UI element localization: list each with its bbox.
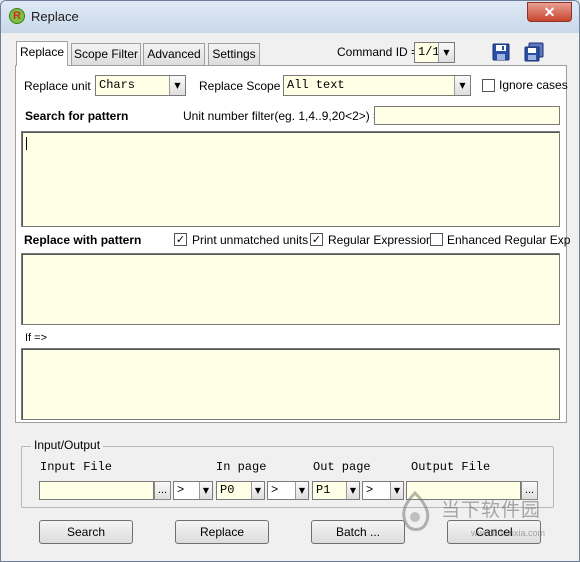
unit-filter-input[interactable] (374, 106, 560, 125)
replace-unit-label: Replace unit (24, 79, 91, 93)
enhanced-regexp-checkbox[interactable] (430, 233, 443, 246)
watermark-url: www.downxia.com (471, 528, 546, 538)
output-file-label: Output File (411, 460, 491, 474)
close-button[interactable]: ✕ (527, 2, 572, 22)
replace-unit-select[interactable]: Chars ▼ (95, 75, 186, 96)
input-operator-value: > (177, 483, 185, 497)
in-operator-select[interactable]: > ▼ (267, 481, 309, 500)
replace-scope-label: Replace Scope (199, 79, 281, 93)
in-operator-value: > (271, 483, 279, 497)
input-output-group-title: Input/Output (31, 438, 104, 452)
app-icon: R (9, 8, 25, 24)
regular-expression-checkbox[interactable]: ✓ (310, 233, 323, 246)
print-unmatched-checkbox[interactable]: ✓ (174, 233, 187, 246)
replace-unit-value: Chars (99, 78, 136, 92)
input-file-label: Input File (40, 460, 113, 474)
title-bar[interactable]: R Replace ✕ (1, 1, 579, 33)
tab-settings[interactable]: Settings (208, 43, 260, 65)
regular-expression-label: Regular Expression (328, 233, 433, 247)
out-page-value: P1 (316, 483, 331, 497)
search-pattern-input[interactable] (21, 131, 560, 227)
replace-pattern-input[interactable] (21, 253, 560, 325)
if-label: If => (25, 332, 48, 344)
unit-filter-label: Unit number filter(eg. 1,4..9,20<2>) => (183, 109, 388, 123)
chevron-down-icon: ▼ (169, 76, 185, 95)
window-title: Replace (31, 9, 79, 24)
input-file-browse-button[interactable]: ... (154, 481, 171, 500)
chevron-down-icon: ▼ (295, 482, 308, 499)
if-condition-input[interactable] (21, 348, 560, 420)
enhanced-regexp-label: Enhanced Regular Exp (447, 233, 571, 247)
chevron-down-icon: ▼ (454, 76, 470, 95)
save-icon[interactable] (491, 42, 511, 62)
search-button[interactable]: Search (39, 520, 133, 544)
ignore-cases-checkbox[interactable] (482, 79, 495, 92)
replace-scope-select[interactable]: All text ▼ (283, 75, 471, 96)
print-unmatched-label: Print unmatched units (192, 233, 309, 247)
tab-scope-filter[interactable]: Scope Filter (71, 43, 141, 65)
batch-button[interactable]: Batch ... (311, 520, 405, 544)
chevron-down-icon: ▼ (438, 43, 454, 62)
command-id-label: Command ID => (337, 45, 426, 59)
chevron-down-icon: ▼ (346, 482, 359, 499)
save-all-icon[interactable] (523, 42, 545, 62)
watermark-logo-icon (397, 490, 433, 531)
ignore-cases-label: Ignore cases (499, 78, 568, 92)
out-page-select[interactable]: P1 ▼ (312, 481, 360, 500)
in-page-value: P0 (220, 483, 235, 497)
input-operator-select[interactable]: > ▼ (173, 481, 213, 500)
input-file-field[interactable] (39, 481, 154, 500)
command-id-select[interactable]: 1/1 ▼ (414, 42, 455, 63)
tab-advanced[interactable]: Advanced (143, 43, 205, 65)
chevron-down-icon: ▼ (251, 482, 264, 499)
replace-scope-value: All text (287, 78, 345, 92)
command-id-value: 1/1 (418, 45, 440, 59)
out-operator-value: > (366, 483, 374, 497)
watermark-text: 当下软件园 (441, 500, 542, 521)
search-pattern-label: Search for pattern (25, 109, 129, 123)
tab-replace[interactable]: Replace (16, 41, 68, 66)
text-cursor (26, 137, 27, 150)
replace-dialog: R Replace ✕ Replace Scope Filter Advance… (0, 0, 580, 562)
chevron-down-icon: ▼ (199, 482, 212, 499)
replace-pattern-label: Replace with pattern (24, 233, 142, 247)
in-page-label: In page (216, 460, 267, 474)
replace-button[interactable]: Replace (175, 520, 269, 544)
out-page-label: Out page (313, 460, 371, 474)
in-page-select[interactable]: P0 ▼ (216, 481, 265, 500)
